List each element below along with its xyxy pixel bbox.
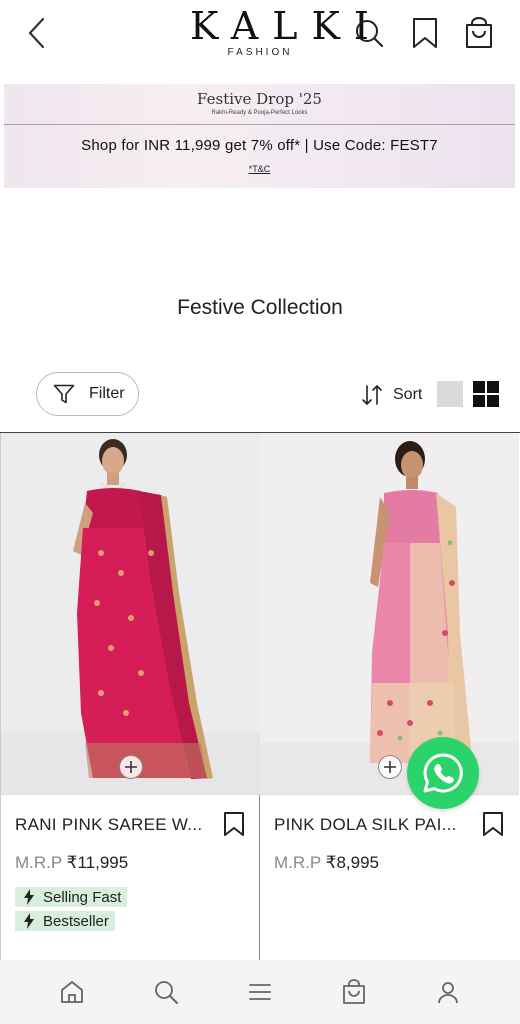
profile-icon: [438, 982, 458, 1004]
list-view-toggle[interactable]: [437, 381, 463, 407]
price-value: ₹11,995: [66, 853, 129, 872]
search-icon: [155, 981, 178, 1004]
selling-fast-badge: Selling Fast: [15, 887, 128, 907]
badge-label: Selling Fast: [43, 888, 122, 906]
bolt-icon: [24, 889, 34, 905]
product-grid: RANI PINK SAREE W... M.R.P ₹11,995 Selli…: [0, 432, 520, 960]
sort-icon: [362, 385, 382, 405]
grid-view-toggle[interactable]: [473, 381, 499, 407]
bottom-nav: [0, 960, 520, 1024]
product-image[interactable]: [1, 433, 260, 795]
header: KALKI FASHION: [0, 0, 520, 70]
back-icon: [28, 17, 45, 49]
whatsapp-icon: [423, 753, 463, 793]
bookmark-icon: [224, 812, 244, 836]
back-button[interactable]: [20, 14, 54, 52]
bag-icon: [343, 979, 365, 1004]
filter-icon: [53, 384, 75, 404]
search-icon: [356, 20, 384, 48]
plus-icon: [125, 761, 137, 773]
mrp-label: M.R.P: [274, 853, 321, 872]
plus-icon: [384, 761, 396, 773]
nav-search[interactable]: [146, 972, 186, 1012]
product-image[interactable]: [260, 433, 519, 795]
bookmark-icon: [483, 812, 503, 836]
filter-label: Filter: [89, 385, 125, 402]
banner-offer: Shop for INR 11,999 get 7% off* | Use Co…: [81, 137, 438, 154]
banner-subtitle: Rakhi-Ready & Pooja-Perfect Looks: [211, 110, 308, 116]
sort-button[interactable]: Sort: [360, 380, 422, 410]
wishlist-toggle[interactable]: [480, 809, 506, 839]
price-value: ₹8,995: [325, 853, 380, 872]
nav-cart[interactable]: [334, 972, 374, 1012]
brand-name: KALKI: [190, 4, 383, 48]
wishlist-button[interactable]: [408, 14, 442, 52]
bookmark-icon: [413, 18, 437, 48]
saree-model-image: [1, 433, 260, 794]
product-card[interactable]: PINK DOLA SILK PAI... M.R.P ₹8,995: [260, 433, 520, 960]
brand-logo[interactable]: KALKI FASHION: [180, 4, 383, 58]
product-name[interactable]: PINK DOLA SILK PAI...: [274, 815, 464, 835]
nav-profile[interactable]: [428, 972, 468, 1012]
sort-label: Sort: [393, 386, 423, 403]
filter-button[interactable]: Filter: [36, 372, 139, 416]
grid-cell: [473, 381, 485, 393]
grid-cell: [487, 395, 499, 407]
search-button[interactable]: [352, 14, 386, 52]
bestseller-badge: Bestseller: [15, 911, 115, 931]
wishlist-toggle[interactable]: [221, 809, 247, 839]
product-card[interactable]: RANI PINK SAREE W... M.R.P ₹11,995 Selli…: [0, 433, 260, 960]
menu-icon: [249, 984, 271, 1000]
grid-cell: [487, 381, 499, 393]
cart-button[interactable]: [462, 14, 496, 52]
quick-add-button[interactable]: [119, 755, 143, 779]
banner-header: Festive Drop '25 Rakhi-Ready & Pooja-Per…: [4, 84, 515, 125]
mrp-label: M.R.P: [15, 853, 62, 872]
terms-link[interactable]: *T&C: [4, 164, 515, 174]
product-name[interactable]: RANI PINK SAREE W...: [15, 815, 205, 835]
nav-menu[interactable]: [240, 972, 280, 1012]
product-price: M.R.P ₹8,995: [274, 853, 379, 873]
whatsapp-chat-button[interactable]: [407, 737, 479, 809]
saree-model-image: [260, 433, 519, 794]
quick-add-button[interactable]: [378, 755, 402, 779]
nav-home[interactable]: [52, 972, 92, 1012]
bolt-icon: [24, 913, 34, 929]
badge-label: Bestseller: [43, 912, 109, 930]
promo-banner[interactable]: Festive Drop '25 Rakhi-Ready & Pooja-Per…: [4, 84, 515, 188]
grid-cell: [473, 395, 485, 407]
product-price: M.R.P ₹11,995: [15, 853, 128, 873]
home-icon: [61, 981, 83, 1003]
page-title: Festive Collection: [177, 296, 343, 319]
brand-subtitle: FASHION: [227, 47, 293, 58]
banner-title: Festive Drop '25: [197, 90, 322, 108]
bag-icon: [466, 17, 492, 48]
